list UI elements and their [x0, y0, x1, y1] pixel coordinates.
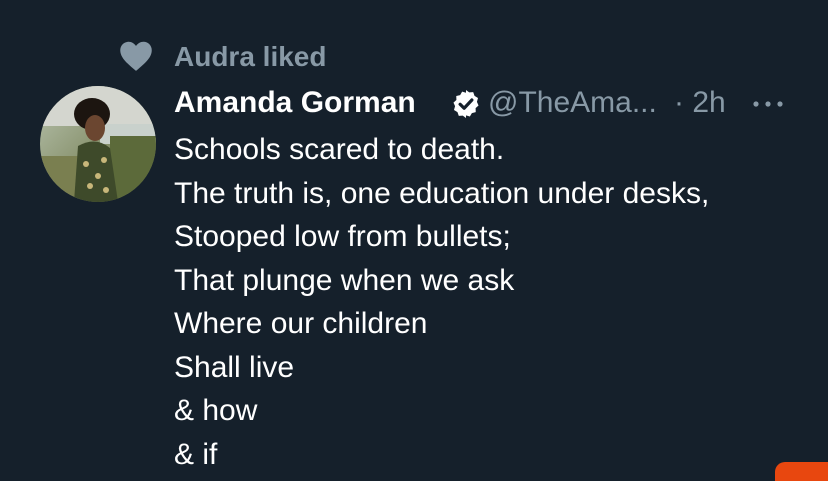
- avatar[interactable]: [40, 86, 156, 202]
- tweet-text-line: Stooped low from bullets;: [174, 220, 511, 253]
- tweet-text-line: Schools scared to death.: [174, 133, 505, 166]
- author-display-name[interactable]: Amanda Gorman: [174, 84, 416, 122]
- tweet-text-line: & how: [174, 394, 258, 427]
- tweet-text-line: Where our children: [174, 307, 428, 340]
- tweet-text-line: The truth is, one education under desks,: [174, 176, 710, 210]
- tweet-header: Amanda Gorman @TheAma... · 2h: [174, 84, 814, 124]
- tweet-text: Schools scared to death. The truth is, o…: [174, 128, 814, 476]
- tweet-text-line: Shall live: [174, 350, 295, 384]
- tweet-card[interactable]: Audra liked Amanda Gorman @TheAma... · 2…: [0, 0, 828, 481]
- verified-badge-icon: [450, 88, 482, 120]
- heart-icon: [118, 38, 154, 72]
- tweet-timestamp[interactable]: · 2h: [674, 84, 726, 122]
- tweet-text-line: & if: [174, 437, 218, 471]
- liked-by-text[interactable]: Audra liked: [174, 40, 326, 74]
- author-handle[interactable]: @TheAma...: [488, 84, 657, 122]
- tweet-text-line: That plunge when we ask: [174, 263, 515, 297]
- corner-accent: [775, 462, 828, 481]
- more-options-icon[interactable]: [750, 90, 786, 118]
- social-context: Audra liked: [0, 36, 828, 76]
